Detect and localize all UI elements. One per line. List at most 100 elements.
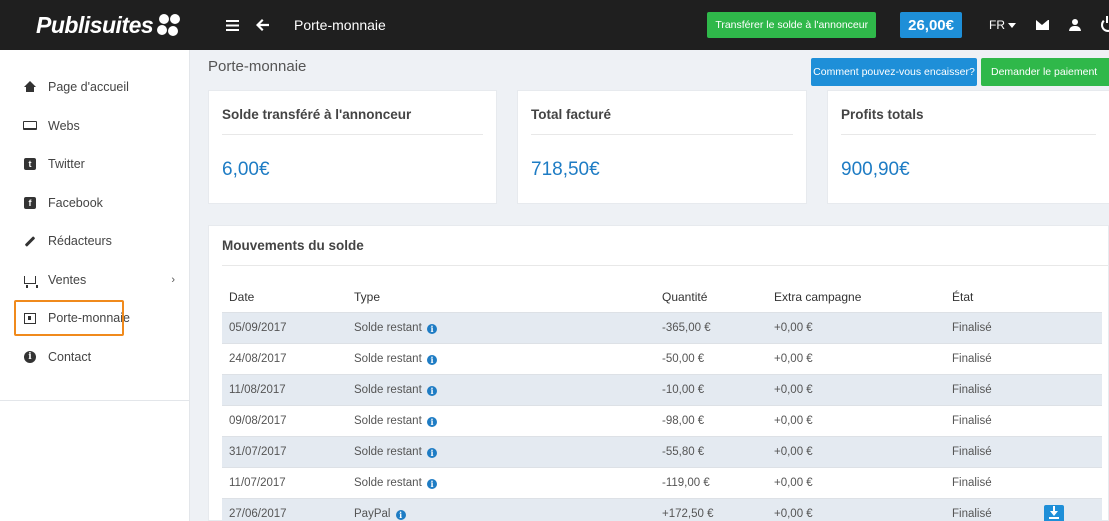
download-icon <box>1049 506 1059 520</box>
language-selector[interactable]: FR <box>989 18 1016 32</box>
top-bar: Publisuites Porte-monnaie Transférer le … <box>0 0 1109 50</box>
sidebar-item-label: Webs <box>48 118 80 133</box>
card-value: 718,50€ <box>531 159 600 180</box>
chevron-right-icon: › <box>171 273 175 286</box>
cell-date: 31/07/2017 <box>222 435 347 467</box>
download-button[interactable] <box>1044 504 1064 521</box>
cell-extra: +0,00 € <box>767 435 945 467</box>
facebook-icon: f <box>23 196 37 210</box>
cell-date: 27/06/2017 <box>222 497 347 521</box>
laptop-icon <box>23 119 37 133</box>
type-label: Solde restant <box>354 476 422 489</box>
table-row: 11/07/2017 Solde restant i -119,00 € +0,… <box>222 466 1102 498</box>
cell-type: Solde restant i <box>347 311 655 343</box>
header-title: Porte-monnaie <box>294 17 386 33</box>
cell-extra: +0,00 € <box>767 373 945 405</box>
cell-extra: +0,00 € <box>767 404 945 436</box>
column-header-state: État <box>952 289 974 304</box>
type-label: Solde restant <box>354 445 422 458</box>
cell-quantity: -365,00 € <box>655 311 767 343</box>
table-header-row: Date Type Quantité Extra campagne État <box>222 282 1102 312</box>
type-label: Solde restant <box>354 352 422 365</box>
menu-icon[interactable] <box>224 19 240 31</box>
cell-state: Finalisé <box>945 497 1037 521</box>
table-row: 09/08/2017 Solde restant i -98,00 € +0,0… <box>222 404 1102 436</box>
movements-panel: Mouvements du solde Date Type Quantité E… <box>208 225 1109 521</box>
sidebar-item-label: Rédacteurs <box>48 234 112 249</box>
card-title: Total facturé <box>531 107 612 122</box>
cell-date: 05/09/2017 <box>222 311 347 343</box>
back-arrow-icon[interactable] <box>254 19 270 31</box>
column-header-date: Date <box>229 289 255 304</box>
type-label: Solde restant <box>354 321 422 334</box>
info-icon[interactable]: i <box>426 323 437 334</box>
cell-type: Solde restant i <box>347 404 655 436</box>
how-to-cash-button[interactable]: Comment pouvez-vous encaisser? <box>811 58 977 86</box>
mail-icon[interactable] <box>1036 20 1049 30</box>
request-payment-button[interactable]: Demander le paiement <box>981 58 1109 86</box>
table-row: 27/06/2017 PayPal i +172,50 € +0,00 € Fi… <box>222 497 1102 521</box>
cell-type: Solde restant i <box>347 373 655 405</box>
chevron-down-icon <box>1008 22 1016 28</box>
table-row: 05/09/2017 Solde restant i -365,00 € +0,… <box>222 311 1102 343</box>
info-icon[interactable]: i <box>426 385 437 396</box>
card-title: Profits totals <box>841 107 924 122</box>
card-value: 6,00€ <box>222 159 270 180</box>
sidebar-item-label: Contact <box>48 349 92 364</box>
cell-quantity: -119,00 € <box>655 466 767 498</box>
cell-quantity: -50,00 € <box>655 342 767 374</box>
sidebar-item-porte-monnaie[interactable]: Porte-monnaie <box>0 299 189 338</box>
cell-extra: +0,00 € <box>767 466 945 498</box>
card-value: 900,90€ <box>841 159 910 180</box>
info-icon[interactable]: i <box>426 354 437 365</box>
info-icon[interactable]: i <box>426 447 437 458</box>
card-title: Solde transféré à l'annonceur <box>222 107 412 122</box>
home-icon <box>23 80 37 94</box>
cell-quantity: +172,50 € <box>655 497 767 521</box>
cell-type: PayPal i <box>347 497 655 521</box>
cell-state: Finalisé <box>945 404 1037 436</box>
cell-date: 11/07/2017 <box>222 466 347 498</box>
type-label: PayPal <box>354 507 391 520</box>
sidebar-item-label: Twitter <box>48 157 85 172</box>
info-icon: i <box>23 350 37 364</box>
sidebar-item-label: Page d'accueil <box>48 80 129 95</box>
cell-date: 09/08/2017 <box>222 404 347 436</box>
stat-card-transferred: Solde transféré à l'annonceur 6,00€ <box>208 90 497 204</box>
type-label: Solde restant <box>354 414 422 427</box>
cell-quantity: -10,00 € <box>655 373 767 405</box>
power-icon[interactable] <box>1101 16 1109 32</box>
sidebar-item-redacteurs[interactable]: Rédacteurs <box>0 222 189 261</box>
table-row: 11/08/2017 Solde restant i -10,00 € +0,0… <box>222 373 1102 405</box>
transfer-balance-button[interactable]: Transférer le solde à l'annonceur <box>707 12 877 38</box>
column-header-type: Type <box>354 289 381 304</box>
movements-table: Date Type Quantité Extra campagne État 0… <box>222 282 1102 521</box>
cell-date: 24/08/2017 <box>222 342 347 374</box>
sidebar-item-facebook[interactable]: f Facebook <box>0 184 189 223</box>
logo[interactable]: Publisuites <box>0 0 190 50</box>
cell-state: Finalisé <box>945 373 1037 405</box>
cell-extra: +0,00 € <box>767 342 945 374</box>
cell-type: Solde restant i <box>347 342 655 374</box>
movements-title: Mouvements du solde <box>222 238 364 253</box>
cell-type: Solde restant i <box>347 435 655 467</box>
sidebar: Page d'accueil Webs t Twitter f Facebook… <box>0 50 190 521</box>
sidebar-item-home[interactable]: Page d'accueil <box>0 68 189 107</box>
language-label: FR <box>989 18 1005 32</box>
cell-type: Solde restant i <box>347 466 655 498</box>
cart-icon <box>23 273 38 288</box>
sidebar-item-twitter[interactable]: t Twitter <box>0 145 189 184</box>
column-header-quantity: Quantité <box>662 289 708 304</box>
cell-date: 11/08/2017 <box>222 373 347 405</box>
sidebar-nav: Page d'accueil Webs t Twitter f Facebook… <box>0 50 189 401</box>
sidebar-item-ventes[interactable]: Ventes › <box>0 261 189 300</box>
user-icon[interactable] <box>1069 19 1081 31</box>
main-content: Porte-monnaie Comment pouvez-vous encais… <box>190 50 1109 521</box>
info-icon[interactable]: i <box>426 416 437 427</box>
sidebar-item-webs[interactable]: Webs <box>0 107 189 146</box>
info-icon[interactable]: i <box>426 478 437 489</box>
cell-state: Finalisé <box>945 311 1037 343</box>
info-icon[interactable]: i <box>395 509 406 520</box>
sidebar-item-contact[interactable]: i Contact <box>0 338 189 377</box>
cell-state: Finalisé <box>945 342 1037 374</box>
